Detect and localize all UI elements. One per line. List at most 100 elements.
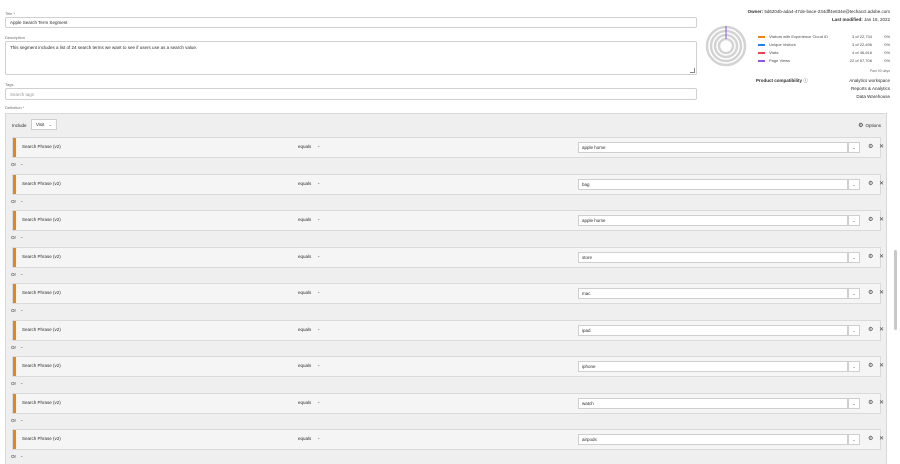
segment-rule[interactable]: Search Phrase (v2) equals ⌄ watch ⌄ ⚙ ✕ [12,392,884,414]
or-operator[interactable]: Or [11,418,16,423]
close-icon[interactable]: ✕ [879,216,884,223]
segment-rule[interactable]: Search Phrase (v2) equals ⌄ apple home ⌄ ⚙ ✕ [12,210,884,231]
scrollbar[interactable] [894,250,897,330]
chevron-down-icon[interactable]: ⌄ [848,142,860,153]
close-icon[interactable]: ✕ [879,143,884,150]
rule-operator[interactable]: equals [298,290,311,295]
rule-operator[interactable]: equals [298,400,311,405]
or-operator[interactable]: Or [11,345,16,350]
rule-value-input[interactable]: ipad [578,324,848,336]
gear-icon[interactable]: ⚙ [868,143,873,150]
gear-icon[interactable]: ⚙ [868,289,873,296]
options-button[interactable]: ⚙ Options [858,122,881,129]
gear-icon[interactable]: ⚙ [868,253,873,260]
rule-dimension[interactable]: Search Phrase (v2) [22,217,61,222]
or-operator[interactable]: Or [11,381,16,386]
or-operator[interactable]: Or [11,308,16,313]
rule-value-input[interactable]: airpods [578,434,848,445]
rule-value-input[interactable]: store [578,251,848,263]
rule-value-input[interactable]: iphone [578,361,848,372]
rule-operator[interactable]: equals [298,327,311,332]
rule-operator[interactable]: equals [298,217,311,222]
rule-value-input[interactable]: mac [578,288,848,299]
compat-item: Reports & Analytics [850,86,890,91]
segment-rule[interactable]: Search Phrase (v2) equals ⌄ ipad ⌄ ⚙ ✕ [12,319,884,341]
rule-operator[interactable]: equals [298,254,311,259]
close-icon[interactable]: ✕ [879,435,884,442]
segment-rule[interactable]: Search Phrase (v2) equals ⌄ mac ⌄ ⚙ ✕ [12,283,884,304]
chevron-down-icon[interactable]: ⌄ [848,251,860,263]
close-icon[interactable]: ✕ [879,180,884,187]
rule-value-input[interactable]: bag [578,178,848,190]
rule-value-input[interactable]: apple home [578,215,848,226]
rule-dimension[interactable]: Search Phrase (v2) [22,144,61,149]
chevron-down-icon[interactable]: ⌄ [848,397,860,409]
gear-icon[interactable]: ⚙ [868,180,873,187]
chevron-down-icon[interactable]: ⌄ [20,234,23,239]
rule-operator[interactable]: equals [298,436,311,441]
gear-icon[interactable]: ⚙ [868,326,873,333]
chevron-down-icon[interactable]: ⌄ [20,161,23,166]
rule-dimension[interactable]: Search Phrase (v2) [22,363,61,368]
rule-accent-bar [13,211,16,230]
chevron-down-icon[interactable]: ⌄ [848,178,860,190]
close-icon[interactable]: ✕ [879,399,884,406]
chevron-down-icon[interactable]: ⌄ [20,380,23,385]
chevron-down-icon[interactable]: ⌄ [317,180,320,185]
segment-rule[interactable]: Search Phrase (v2) equals ⌄ apple home ⌄ ⚙ ✕ [12,137,884,158]
chevron-down-icon[interactable]: ⌄ [20,271,23,276]
include-label: Include [12,123,27,128]
chevron-down-icon[interactable]: ⌄ [848,361,860,372]
resize-handle-icon[interactable] [690,68,695,73]
chevron-down-icon[interactable]: ⌄ [317,326,320,331]
segment-rule[interactable]: Search Phrase (v2) equals ⌄ store ⌄ ⚙ ✕ [12,246,884,268]
chevron-down-icon[interactable]: ⌄ [317,253,320,258]
chevron-down-icon[interactable]: ⌄ [848,324,860,336]
rule-dimension[interactable]: Search Phrase (v2) [22,290,61,295]
gear-icon[interactable]: ⚙ [868,362,873,369]
rule-dimension[interactable]: Search Phrase (v2) [22,254,61,259]
or-operator[interactable]: Or [11,454,16,459]
chevron-down-icon[interactable]: ⌄ [20,307,23,312]
gear-icon[interactable]: ⚙ [868,399,873,406]
chevron-down-icon[interactable]: ⌄ [317,399,320,404]
segment-rule[interactable]: Search Phrase (v2) equals ⌄ iphone ⌄ ⚙ ✕ [12,356,884,377]
chevron-down-icon[interactable]: ⌄ [20,344,23,349]
chevron-down-icon[interactable]: ⌄ [317,435,320,440]
chevron-down-icon[interactable]: ⌄ [20,198,23,203]
or-operator[interactable]: Or [11,235,16,240]
segment-rule[interactable]: Search Phrase (v2) equals ⌄ bag ⌄ ⚙ ✕ [12,173,884,195]
info-icon[interactable]: ⓘ [803,78,808,83]
or-operator[interactable]: Or [11,272,16,277]
chevron-down-icon[interactable]: ⌄ [848,288,860,299]
tags-input[interactable]: Search tags [5,88,697,100]
close-icon[interactable]: ✕ [879,326,884,333]
chevron-down-icon[interactable]: ⌄ [20,417,23,422]
rule-operator[interactable]: equals [298,181,311,186]
description-textarea[interactable]: This segment includes a list of 24 searc… [5,41,697,75]
chevron-down-icon[interactable]: ⌄ [848,434,860,445]
close-icon[interactable]: ✕ [879,362,884,369]
rule-dimension[interactable]: Search Phrase (v2) [22,436,61,441]
chevron-down-icon[interactable]: ⌄ [317,289,320,294]
rule-dimension[interactable]: Search Phrase (v2) [22,327,61,332]
rule-operator[interactable]: equals [298,363,311,368]
chevron-down-icon[interactable]: ⌄ [317,143,320,148]
chevron-down-icon[interactable]: ⌄ [848,215,860,226]
close-icon[interactable]: ✕ [879,289,884,296]
chevron-down-icon[interactable]: ⌄ [317,362,320,367]
chevron-down-icon[interactable]: ⌄ [317,216,320,221]
rule-dimension[interactable]: Search Phrase (v2) [22,400,61,405]
close-icon[interactable]: ✕ [879,253,884,260]
or-operator[interactable]: Or [11,199,16,204]
rule-dimension[interactable]: Search Phrase (v2) [22,181,61,186]
container-dropdown[interactable]: Visit ⌄ [31,119,57,130]
rule-value-input[interactable]: apple home [578,142,848,153]
gear-icon[interactable]: ⚙ [868,435,873,442]
gear-icon[interactable]: ⚙ [868,216,873,223]
rule-operator[interactable]: equals [298,144,311,149]
rule-value-input[interactable]: watch [578,397,848,409]
chevron-down-icon[interactable]: ⌄ [20,453,23,458]
or-operator[interactable]: Or [11,162,16,167]
segment-rule[interactable]: Search Phrase (v2) equals ⌄ airpods ⌄ ⚙ ✕ [12,429,884,450]
